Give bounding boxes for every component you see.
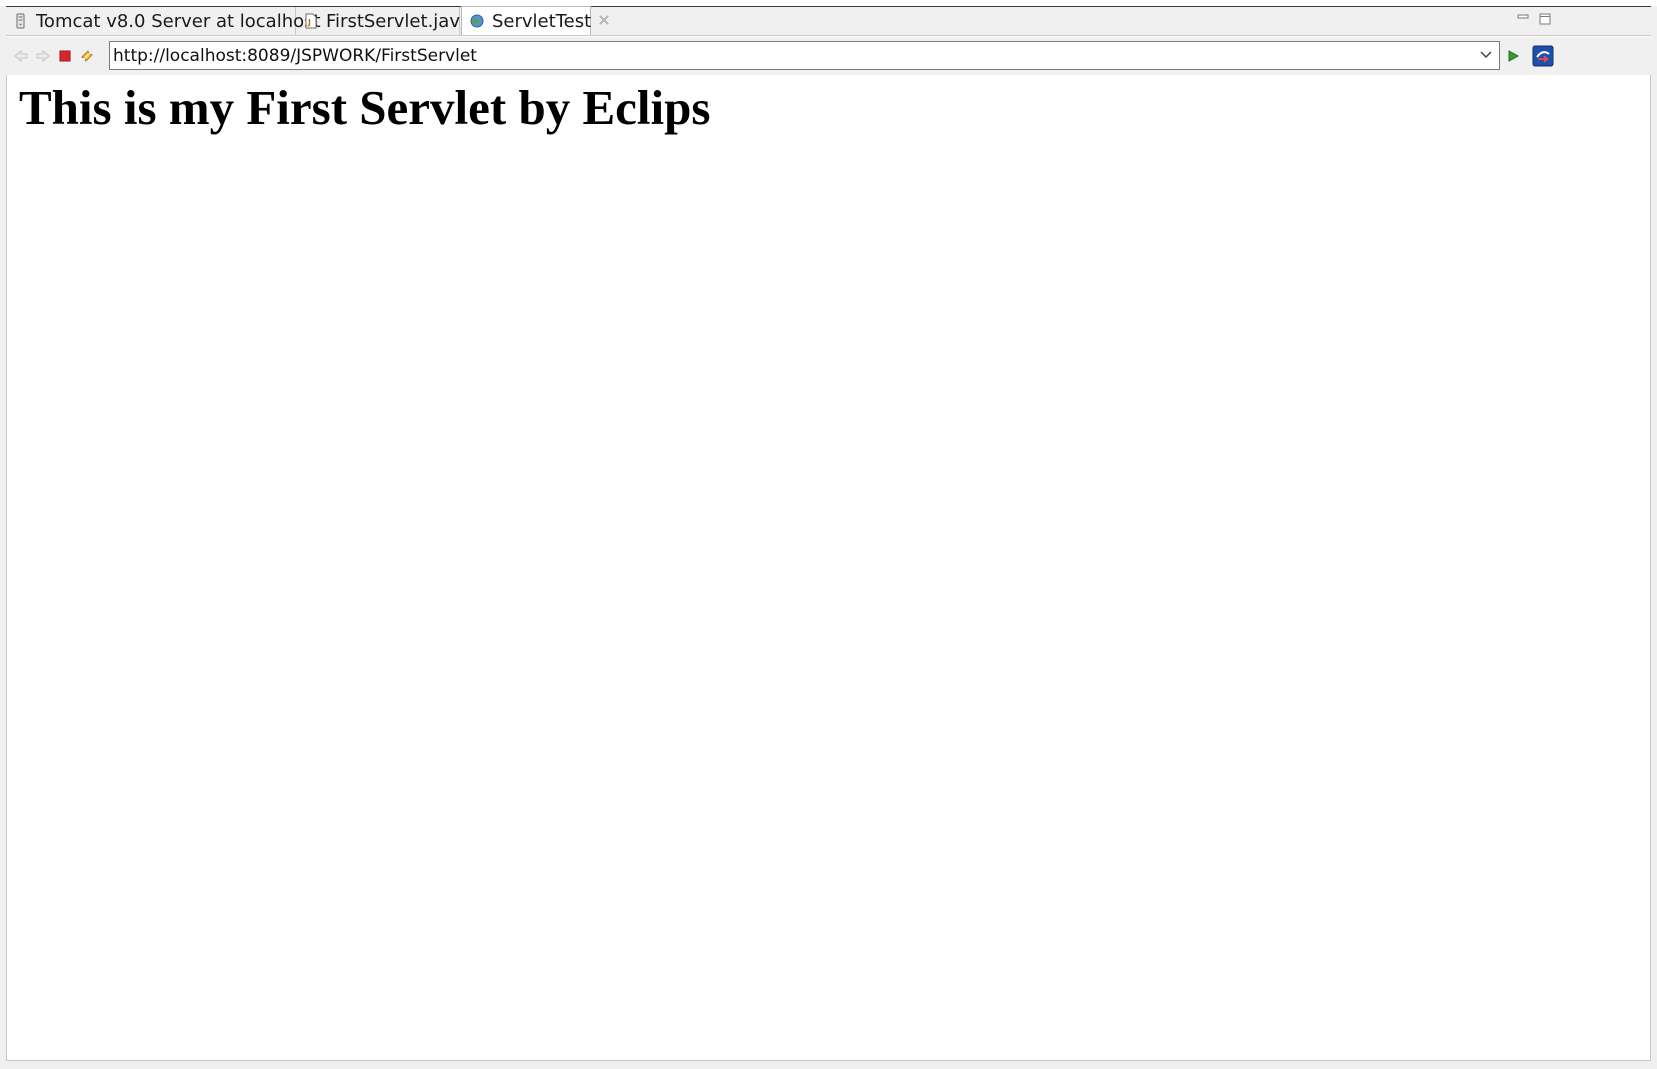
server-icon <box>14 13 28 29</box>
svg-text:J: J <box>307 18 311 27</box>
browser-toolbar <box>6 37 1651 75</box>
close-icon[interactable] <box>599 14 609 29</box>
url-bar[interactable] <box>109 41 1500 70</box>
right-edge <box>1651 6 1657 1069</box>
browser-icon[interactable] <box>1532 45 1554 67</box>
browser-viewport: This is my First Servlet by Eclips <box>6 75 1651 1061</box>
editor-tab-bar: Tomcat v8.0 Server at localhost J FirstS… <box>6 6 1651 36</box>
refresh-icon[interactable] <box>78 47 96 65</box>
tab-label: FirstServlet.java <box>326 10 472 32</box>
url-input[interactable] <box>110 42 1473 69</box>
tab-label: Tomcat v8.0 Server at localhost <box>36 10 321 32</box>
tab-firstservlet-java[interactable]: J FirstServlet.java <box>296 7 471 35</box>
back-arrow-icon[interactable] <box>12 47 30 65</box>
bottom-edge <box>0 1061 1657 1069</box>
stop-icon[interactable] <box>56 47 74 65</box>
tab-tomcat-server[interactable]: Tomcat v8.0 Server at localhost <box>6 7 321 35</box>
maximize-icon[interactable] <box>1538 11 1552 25</box>
go-icon[interactable] <box>1504 47 1522 65</box>
page-heading: This is my First Servlet by Eclips <box>19 80 711 135</box>
minimize-icon[interactable] <box>1516 11 1530 25</box>
eclipse-browser-window: Tomcat v8.0 Server at localhost J FirstS… <box>0 0 1657 1069</box>
tab-servlettest[interactable]: ServletTest <box>461 6 609 35</box>
forward-arrow-icon[interactable] <box>34 47 52 65</box>
chevron-down-icon[interactable] <box>1477 46 1495 64</box>
globe-icon <box>470 13 484 29</box>
java-file-icon: J <box>304 13 318 29</box>
tab-label: ServletTest <box>492 10 592 32</box>
